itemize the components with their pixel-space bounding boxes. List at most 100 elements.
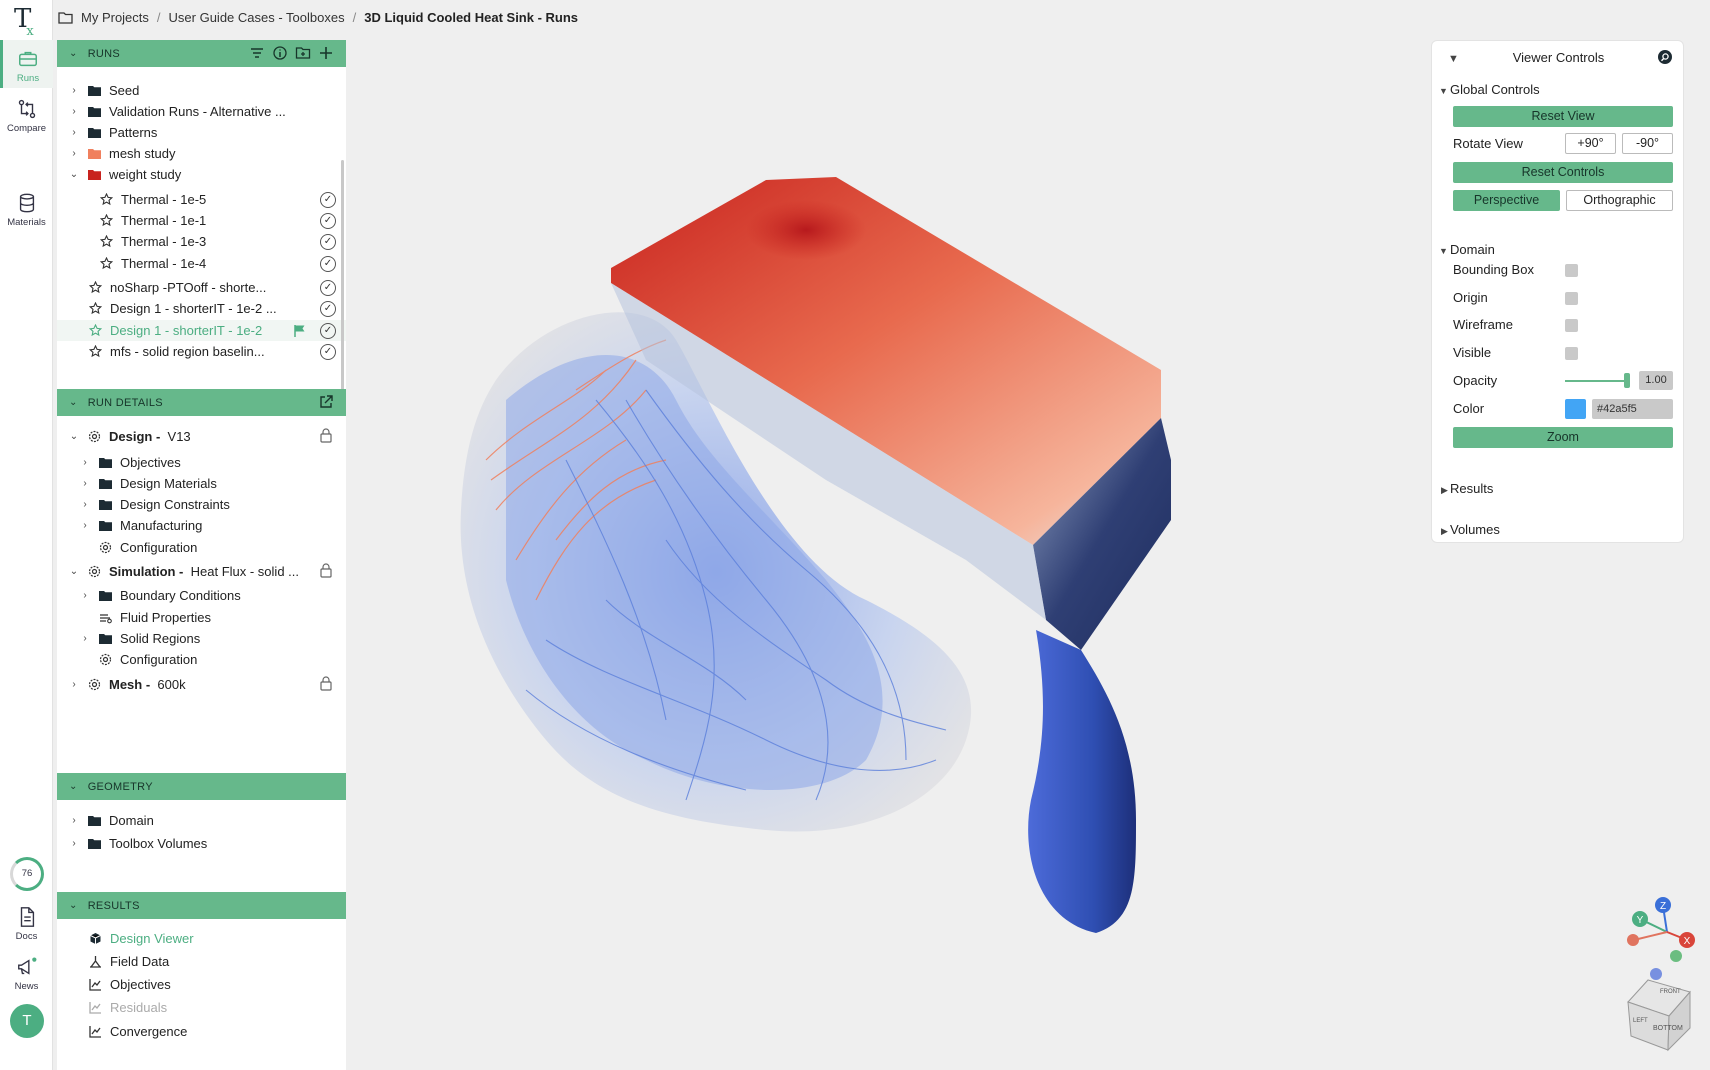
simulation-configuration[interactable]: Configuration [57,649,346,670]
caret-right-icon[interactable]: ▶ [1441,526,1448,537]
volumes-heading[interactable]: Volumes [1450,522,1500,537]
breadcrumb: My Projects / User Guide Cases - Toolbox… [58,10,578,25]
run-folder-weight-study[interactable]: ⌄ weight study [57,164,346,185]
color-hex-field[interactable]: #42a5f5 [1592,399,1673,419]
breadcrumb-item-projects[interactable]: My Projects [81,10,149,25]
chevron-right-icon: › [72,679,76,690]
design-materials[interactable]: › Design Materials [57,473,346,494]
simulation-row[interactable]: ⌄ Simulation - Heat Flux - solid ... [57,561,346,582]
run-item[interactable]: mfs - solid region baselin... ✓ [57,341,346,362]
search-icon[interactable] [1657,49,1673,65]
run-folder-seed[interactable]: › Seed [57,80,346,101]
line-chart-icon [89,1002,101,1014]
fluid-properties[interactable]: Fluid Properties [57,607,346,628]
run-folder-validation[interactable]: › Validation Runs - Alternative ... [57,101,346,122]
run-folder-patterns[interactable]: › Patterns [57,122,346,143]
opacity-slider-handle[interactable] [1624,373,1630,388]
lock-icon[interactable] [320,428,332,443]
reset-view-button[interactable]: Reset View [1453,106,1673,127]
domain-heading[interactable]: Domain [1450,242,1495,257]
lock-icon[interactable] [320,676,332,691]
caret-down-icon[interactable]: ▼ [1439,86,1448,96]
results-heading[interactable]: Results [1450,481,1493,496]
opacity-slider-track[interactable] [1565,380,1627,382]
rail-docs-label: Docs [15,931,38,942]
info-icon[interactable] [272,45,288,61]
simulation-value: Heat Flux - solid ... [190,564,299,579]
rail-compare[interactable]: Compare [0,98,53,134]
left-rail: Tx Runs Compare Materials 76 Docs News T [0,0,53,1070]
runs-section-header[interactable]: ⌄ RUNS [57,40,346,67]
rail-runs[interactable]: Runs [0,40,53,88]
color-swatch[interactable] [1565,399,1586,419]
boundary-conditions[interactable]: › Boundary Conditions [57,585,346,606]
solid-regions[interactable]: › Solid Regions [57,628,346,649]
perspective-button[interactable]: Perspective [1453,190,1560,211]
origin-checkbox[interactable] [1565,292,1578,305]
visible-checkbox[interactable] [1565,347,1578,360]
new-folder-icon[interactable] [295,45,311,61]
design-label: Design - [109,429,161,444]
run-item[interactable]: Thermal - 1e-5 ✓ [57,189,346,210]
chevron-right-icon: › [83,499,87,510]
design-objectives[interactable]: › Objectives [57,452,346,473]
zoom-button[interactable]: Zoom [1453,427,1673,448]
results-convergence[interactable]: Convergence [57,1021,346,1042]
results-design-viewer[interactable]: Design Viewer [57,928,346,949]
mesh-row[interactable]: › Mesh - 600k [57,674,346,695]
run-folder-mesh-study[interactable]: › mesh study [57,143,346,164]
run-label: Patterns [109,125,158,140]
caret-right-icon[interactable]: ▶ [1441,485,1448,496]
results-section-header[interactable]: ⌄ RESULTS [57,892,346,919]
global-controls-heading[interactable]: Global Controls [1450,82,1540,97]
app-logo[interactable]: Tx [14,4,39,39]
run-item[interactable]: noSharp -PTOoff - shorte... ✓ [57,277,346,298]
run-details-header[interactable]: ⌄ RUN DETAILS [57,389,346,416]
design-configuration[interactable]: Configuration [57,537,346,558]
run-label: noSharp -PTOoff - shorte... [110,280,267,295]
results-objectives[interactable]: Objectives [57,974,346,995]
add-icon[interactable] [318,45,334,61]
breadcrumb-item-project[interactable]: User Guide Cases - Toolboxes [169,10,345,25]
run-label: Seed [109,83,140,98]
run-item[interactable]: Thermal - 1e-4 ✓ [57,253,346,274]
check-circle-icon: ✓ [320,192,336,208]
external-link-icon[interactable] [318,394,334,410]
star-icon [89,324,102,337]
flag-icon[interactable] [293,324,306,337]
wireframe-checkbox[interactable] [1565,319,1578,332]
fluid-icon [100,614,112,624]
design-row[interactable]: ⌄ Design - V13 [57,426,346,447]
run-item-selected[interactable]: Design 1 - shorterIT - 1e-2 ✓ [57,320,346,341]
user-avatar[interactable]: T [10,1004,44,1038]
color-label: Color [1453,401,1485,416]
run-item[interactable]: Thermal - 1e-3 ✓ [57,231,346,252]
rail-materials[interactable]: Materials [0,192,53,228]
rotate-plus-90-button[interactable]: +90° [1565,133,1616,154]
view-cube[interactable]: FRONT LEFT BOTTOM [1627,979,1691,1052]
geometry-domain[interactable]: › Domain [57,810,346,831]
design-constraints[interactable]: › Design Constraints [57,494,346,515]
run-item[interactable]: Design 1 - shorterIT - 1e-2 ... ✓ [57,298,346,319]
folder-icon [88,816,101,826]
usage-progress-ring[interactable]: 76 [10,857,44,891]
runs-scrollbar[interactable] [341,160,344,390]
orthographic-button[interactable]: Orthographic [1566,190,1673,211]
opacity-value-field[interactable]: 1.00 [1639,371,1673,390]
chevron-right-icon: › [83,457,87,468]
results-field-data[interactable]: Field Data [57,951,346,972]
run-item[interactable]: Thermal - 1e-1 ✓ [57,210,346,231]
reset-controls-button[interactable]: Reset Controls [1453,162,1673,183]
rotate-minus-90-button[interactable]: -90° [1622,133,1673,154]
filter-icon[interactable] [249,45,265,61]
rail-news[interactable]: News [0,956,53,992]
caret-down-icon[interactable]: ▼ [1439,246,1448,256]
design-manufacturing[interactable]: › Manufacturing [57,515,346,536]
folder-icon [88,839,101,849]
axes-gizmo[interactable]: X Y Z [1627,897,1695,980]
rail-docs[interactable]: Docs [0,906,53,942]
lock-icon[interactable] [320,563,332,578]
geometry-section-header[interactable]: ⌄ GEOMETRY [57,773,346,800]
geometry-toolbox-volumes[interactable]: › Toolbox Volumes [57,833,346,854]
bounding-box-checkbox[interactable] [1565,264,1578,277]
